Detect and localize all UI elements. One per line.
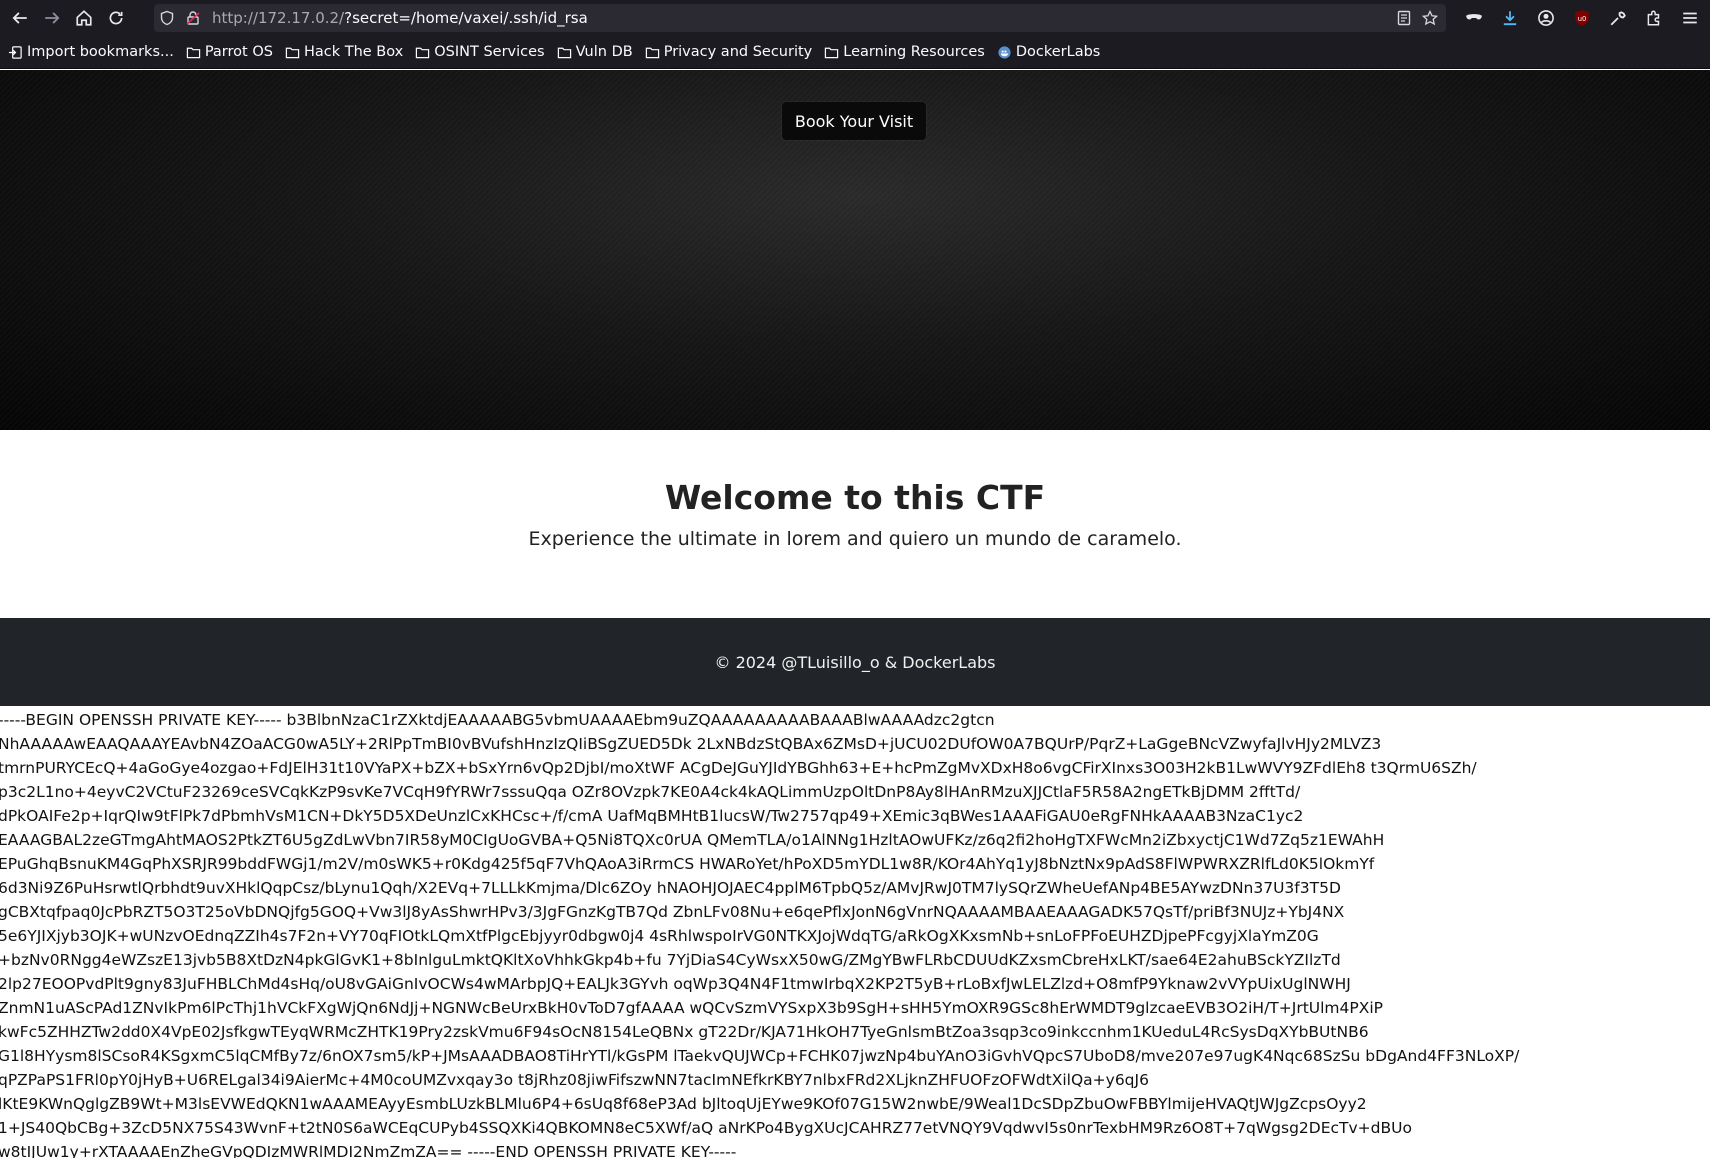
key-line: dPkOAIFe2p+IqrQIw9tFlPk7dPbmhVsM1CN+DkY5… (0, 807, 1304, 825)
home-icon (76, 10, 92, 26)
url-query: ?secret=/home/vaxei/.ssh/id_rsa (344, 9, 588, 27)
url-text[interactable]: http://172.17.0.2/?secret=/home/vaxei/.s… (212, 9, 588, 27)
address-bar[interactable]: http://172.17.0.2/?secret=/home/vaxei/.s… (154, 4, 1446, 32)
bookmark-folder-hack-the-box[interactable]: Hack The Box (285, 44, 403, 60)
import-icon (8, 45, 22, 59)
key-line: G1l8HYysm8lSCsoR4KSgxmC5lqCMfBy7z/6nOX7s… (0, 1047, 1520, 1065)
page-subtitle: Experience the ultimate in lorem and qui… (528, 528, 1182, 550)
welcome-section: Welcome to this CTF Experience the ultim… (0, 430, 1710, 618)
book-your-visit-button[interactable]: Book Your Visit (782, 102, 926, 140)
key-line: kwFc5ZHHZTw2dd0X4VpE02JsfkgwTEyqWRMcZHTK… (0, 1023, 1369, 1041)
ublock-shield-icon: u0 (1575, 10, 1589, 26)
account-icon (1538, 10, 1554, 26)
dockerlabs-icon (998, 45, 1011, 59)
bookmark-dockerlabs[interactable]: DockerLabs (997, 44, 1100, 60)
key-line: EPuGhqBsnuKM4GqPhXSRJR99bddFWGj1/m2V/m0s… (0, 855, 1375, 873)
site-footer: © 2024 @TLuisillo_o & DockerLabs (0, 618, 1710, 706)
tools-button[interactable] (1600, 2, 1636, 34)
key-line: lKtE9KWnQglgZB9Wt+M3lsEVWEdQKN1wAAAMEAyy… (0, 1095, 1367, 1113)
reload-icon (109, 11, 123, 25)
bookmarks-bar: Import bookmarks... Parrot OS Hack The B… (0, 36, 1710, 69)
key-line: -----BEGIN OPENSSH PRIVATE KEY----- b3Bl… (0, 711, 995, 729)
mask-icon (1466, 14, 1482, 20)
browser-toolbar: http://172.17.0.2/?secret=/home/vaxei/.s… (0, 0, 1710, 36)
reload-button[interactable] (100, 2, 132, 34)
insecure-lock-icon[interactable] (180, 4, 206, 32)
hero-banner: Book Your Visit (0, 70, 1710, 430)
arrow-right-icon (45, 12, 60, 24)
hamburger-icon (1683, 12, 1697, 24)
svg-text:u0: u0 (1578, 15, 1587, 23)
key-line: 6d3Ni9Z6PuHsrwtlQrbhdt9uvXHklQqpCsz/bLyn… (0, 879, 1341, 897)
bookmark-import[interactable]: Import bookmarks... (8, 44, 174, 60)
back-button[interactable] (4, 2, 36, 34)
puzzle-icon (1647, 10, 1660, 26)
key-line: EAAAGBAL2zeGTmgAhtMAOS2PtkZT6U5gZdLwVbn7… (0, 831, 1385, 849)
account-button[interactable] (1528, 2, 1564, 34)
folder-icon (557, 47, 571, 58)
forward-button[interactable] (36, 2, 68, 34)
leaked-private-key: -----BEGIN OPENSSH PRIVATE KEY----- b3Bl… (0, 706, 1710, 1158)
key-line: 5e6YJIXjyb3OJK+wUNzvOEdnqZZIh4s7F2n+VY70… (0, 927, 1319, 945)
url-host: http://172.17.0.2/ (212, 9, 345, 27)
key-line: p3c2L1no+4eyvC2VCtuF23269ceSVCqkKzP9svKe… (0, 783, 1301, 801)
arrow-left-icon (12, 12, 27, 24)
key-line: w8tIJUw1y+rXTAAAAEnZheGVpQDIzMWRlMDI2NmZ… (0, 1143, 737, 1158)
private-mask-button[interactable] (1456, 2, 1492, 34)
bookmark-folder-osint-services[interactable]: OSINT Services (415, 44, 545, 60)
key-line: +bzNv0RNgg4eWZszE13jvb5B8XtDzN4pkGlGvK1+… (0, 951, 1341, 969)
key-line: tmrnPURYCEcQ+4aGoGye4ozgao+FdJElH31t10VY… (0, 759, 1477, 777)
home-button[interactable] (68, 2, 100, 34)
wrench-icon (1610, 11, 1626, 26)
bookmark-folder-parrot-os[interactable]: Parrot OS (186, 44, 273, 60)
folder-icon (416, 47, 430, 58)
page-title: Welcome to this CTF (664, 478, 1046, 517)
key-line: 2lp27EOOPvdPlt9gny83JuFHBLChMd4sHq/oU8vG… (0, 975, 1351, 993)
tracking-protection-icon[interactable] (154, 4, 180, 32)
folder-icon (825, 47, 839, 58)
bookmark-folder-privacy-and-security[interactable]: Privacy and Security (645, 44, 812, 60)
key-line: ZnmN1uAScPAd1ZNvIkPm6lPcThj1hVCkFXgWjQn6… (0, 999, 1384, 1017)
key-line: gCBXtqfpaq0JcPbRZT5O3T25oVbDNQjfg5GOQ+Vw… (0, 903, 1345, 921)
extensions-button[interactable] (1636, 2, 1672, 34)
folder-icon (186, 47, 201, 58)
downloads-button[interactable] (1492, 2, 1528, 34)
key-line: 1+JS40QbCBg+3ZcD5NX75S43WvnF+t2tN0S6aWCE… (0, 1119, 1412, 1137)
key-line: NhAAAAAwEAAQAAAYEAvbN4ZOaACG0wA5LY+2RlPp… (0, 735, 1382, 753)
bookmark-folder-vuln-db[interactable]: Vuln DB (557, 44, 633, 60)
folder-icon (645, 47, 659, 58)
ublock-button[interactable]: u0 (1564, 2, 1600, 34)
key-line: qPZPaPS1FRl0pY0jHyB+U6RELgal34i9AierMc+4… (0, 1071, 1149, 1089)
folder-icon (285, 47, 300, 58)
bookmark-folder-learning-resources[interactable]: Learning Resources (824, 44, 985, 60)
menu-button[interactable] (1672, 2, 1708, 34)
reader-view-icon[interactable] (1396, 10, 1412, 26)
download-icon (1503, 11, 1517, 26)
footer-copyright: © 2024 @TLuisillo_o & DockerLabs (714, 652, 996, 672)
bookmark-star-icon[interactable] (1422, 10, 1438, 26)
